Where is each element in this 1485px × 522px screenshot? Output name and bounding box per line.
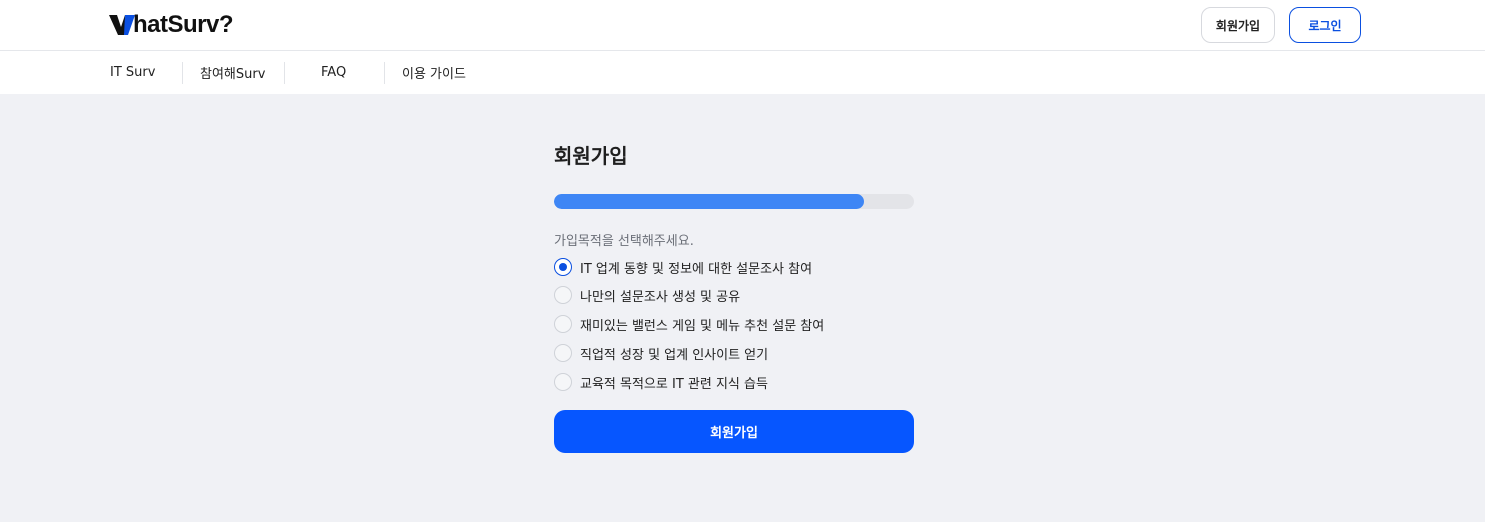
logo-w-mark-icon bbox=[109, 15, 135, 35]
radio-button[interactable] bbox=[554, 286, 572, 304]
purpose-option-label: IT 업계 동향 및 정보에 대한 설문조사 참여 bbox=[580, 261, 813, 277]
logo-text: hatSurv? bbox=[133, 11, 234, 38]
nav-divider bbox=[284, 62, 285, 84]
signup-progress-fill bbox=[554, 194, 864, 209]
signup-button[interactable]: 회원가입 bbox=[1201, 7, 1275, 43]
nav-item-usage-guide[interactable]: 이용 가이드 bbox=[402, 51, 466, 94]
submit-signup-button[interactable]: 회원가입 bbox=[554, 410, 914, 453]
radio-button[interactable] bbox=[554, 344, 572, 362]
purpose-option[interactable]: IT 업계 동향 및 정보에 대한 설문조사 참여 bbox=[554, 257, 812, 277]
purpose-option-label: 나만의 설문조사 생성 및 공유 bbox=[580, 289, 741, 305]
purpose-option[interactable]: 재미있는 밸런스 게임 및 메뉴 추천 설문 참여 bbox=[554, 314, 824, 334]
main-nav: IT Surv 참여해Surv FAQ 이용 가이드 bbox=[0, 51, 1485, 94]
radio-button[interactable] bbox=[554, 373, 572, 391]
page-title: 회원가입 bbox=[554, 144, 628, 168]
purpose-option-label: 직업적 성장 및 업계 인사이트 얻기 bbox=[580, 347, 769, 363]
nav-divider bbox=[182, 62, 183, 84]
login-button[interactable]: 로그인 bbox=[1289, 7, 1361, 43]
whatsurv-logo[interactable]: hatSurv? bbox=[109, 11, 234, 38]
radio-button[interactable] bbox=[554, 315, 572, 333]
top-header: hatSurv? 회원가입 로그인 bbox=[0, 0, 1485, 51]
signup-page: 회원가입 가입목적을 선택해주세요. IT 업계 동향 및 정보에 대한 설문조… bbox=[0, 94, 1485, 522]
purpose-question: 가입목적을 선택해주세요. bbox=[554, 234, 694, 249]
nav-item-participate-surv[interactable]: 참여해Surv bbox=[200, 51, 265, 94]
radio-button[interactable] bbox=[554, 258, 572, 276]
nav-divider bbox=[384, 62, 385, 84]
purpose-option[interactable]: 나만의 설문조사 생성 및 공유 bbox=[554, 285, 740, 305]
nav-item-it-surv[interactable]: IT Surv bbox=[110, 51, 155, 94]
signup-progress-bar bbox=[554, 194, 914, 209]
nav-item-faq[interactable]: FAQ bbox=[321, 51, 346, 94]
purpose-option[interactable]: 직업적 성장 및 업계 인사이트 얻기 bbox=[554, 343, 768, 363]
purpose-option-label: 교육적 목적으로 IT 관련 지식 습득 bbox=[580, 376, 768, 392]
purpose-option-label: 재미있는 밸런스 게임 및 메뉴 추천 설문 참여 bbox=[580, 318, 825, 334]
purpose-option[interactable]: 교육적 목적으로 IT 관련 지식 습득 bbox=[554, 372, 768, 392]
